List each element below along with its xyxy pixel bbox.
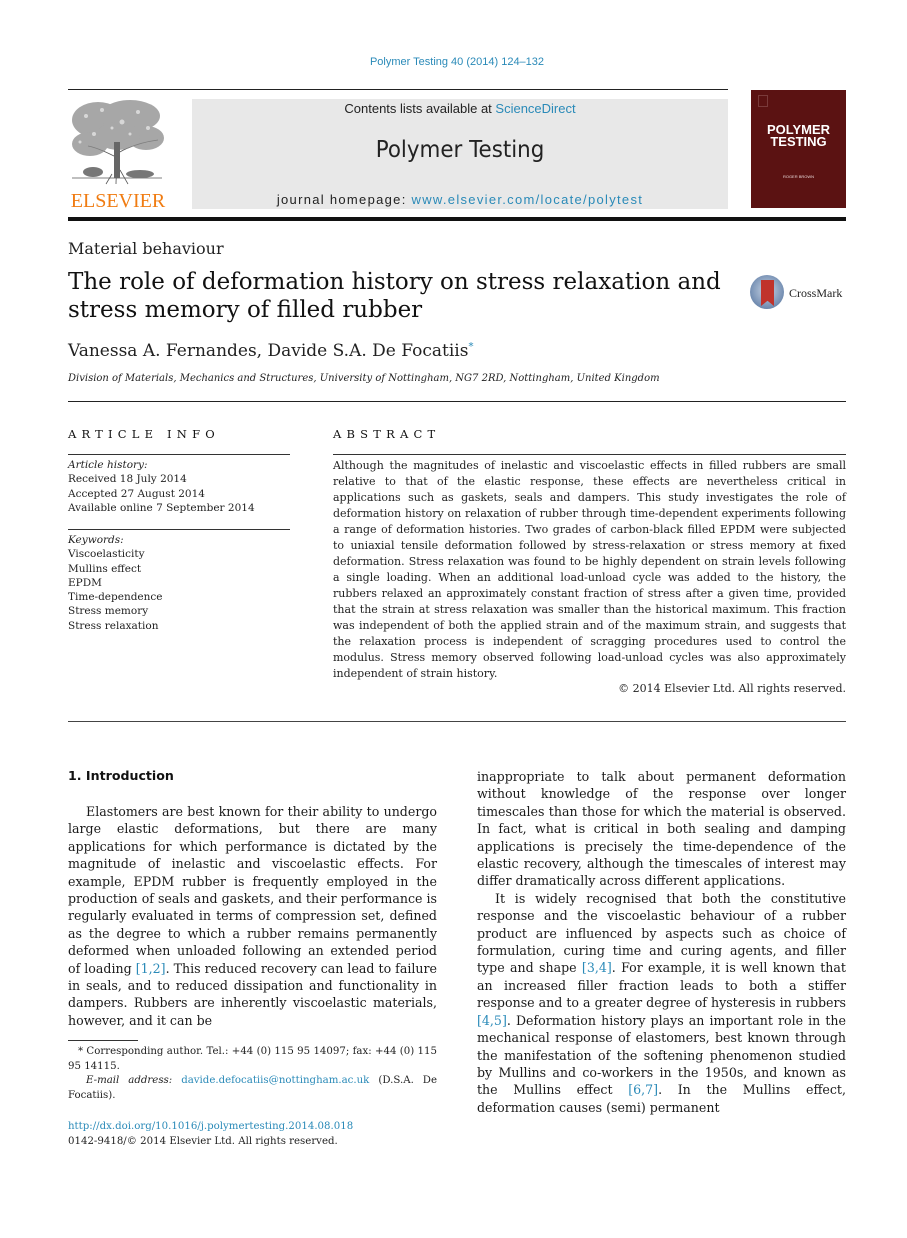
crossmark-label: CrossMark: [789, 286, 843, 300]
issn-copyright: 0142-9418/© 2014 Elsevier Ltd. All right…: [68, 1135, 338, 1147]
article-title: The role of deformation history on stres…: [68, 269, 721, 323]
abstract-heading: ABSTRACT: [333, 427, 441, 441]
email-link[interactable]: davide.defocatiis@nottingham.ac.uk: [181, 1075, 369, 1086]
authors: Vanessa A. Fernandes, Davide S.A. De Foc…: [68, 341, 469, 361]
header-rule: [68, 89, 728, 90]
citation-link[interactable]: [4,5]: [477, 1013, 507, 1028]
footnote: * Corresponding author. Tel.: +44 (0) 11…: [68, 1045, 437, 1103]
homepage-prefix: journal homepage:: [276, 192, 412, 207]
journal-banner: Contents lists available at ScienceDirec…: [192, 99, 728, 209]
keyword: Mullins effect: [68, 562, 142, 575]
keyword: Time-dependence: [68, 591, 163, 604]
homepage-link[interactable]: www.elsevier.com/locate/polytest: [412, 192, 644, 207]
elsevier-tree-icon: [72, 100, 164, 185]
email-label: E-mail address:: [86, 1075, 173, 1086]
abstract-text: Although the magnitudes of inelastic and…: [333, 459, 846, 680]
sciencedirect-link[interactable]: ScienceDirect: [495, 101, 575, 116]
history-accepted: Accepted 27 August 2014: [68, 487, 205, 500]
affiliation: Division of Materials, Mechanics and Str…: [68, 373, 660, 384]
keyword: Viscoelasticity: [68, 548, 145, 561]
keyword: Stress relaxation: [68, 619, 159, 632]
paragraph-text: Elastomers are best known for their abil…: [68, 804, 437, 976]
author-list: Vanessa A. Fernandes, Davide S.A. De Foc…: [68, 341, 473, 361]
article-info-rule: [68, 454, 290, 455]
citation-link[interactable]: [6,7]: [628, 1082, 658, 1097]
title-rule: [68, 401, 846, 402]
contents-line: Contents lists available at ScienceDirec…: [192, 101, 728, 116]
footnote-rule: [68, 1040, 138, 1041]
doi-link[interactable]: http://dx.doi.org/10.1016/j.polymertesti…: [68, 1121, 353, 1132]
abstract-copyright: © 2014 Elsevier Ltd. All rights reserved…: [618, 682, 846, 695]
doi-block: http://dx.doi.org/10.1016/j.polymertesti…: [68, 1120, 353, 1149]
history-received: Received 18 July 2014: [68, 473, 187, 486]
cover-title: POLYMER TESTING: [751, 123, 846, 149]
corresponding-author-mark[interactable]: *: [468, 341, 473, 352]
cover-publisher-icon: [758, 95, 768, 107]
header-thick-rule: [68, 217, 846, 221]
paragraph: inappropriate to talk about permanent de…: [477, 769, 846, 889]
crossmark-button[interactable]: CrossMark: [750, 274, 850, 314]
paragraph: Elastomers are best known for their abil…: [68, 803, 437, 1029]
cover-title-line2: TESTING: [770, 134, 827, 149]
keyword: Stress memory: [68, 605, 149, 618]
body-column-left: Elastomers are best known for their abil…: [68, 803, 437, 1029]
article-history: Article history: Received 18 July 2014 A…: [68, 458, 255, 515]
body-column-right: inappropriate to talk about permanent de…: [477, 768, 846, 1116]
keyword: EPDM: [68, 576, 102, 589]
journal-cover[interactable]: POLYMER TESTING ROGER BROWN: [751, 90, 846, 208]
corresponding-author-note: * Corresponding author. Tel.: +44 (0) 11…: [68, 1046, 437, 1072]
elsevier-logo: ELSEVIER: [68, 98, 168, 212]
keywords-rule: [68, 529, 290, 530]
section-label: Material behaviour: [68, 239, 224, 258]
citation-link[interactable]: [1,2]: [136, 961, 166, 976]
keywords: Keywords: Viscoelasticity Mullins effect…: [68, 533, 163, 633]
email-line: E-mail address: davide.defocatiis@nottin…: [68, 1074, 437, 1103]
article-info-heading: ARTICLE INFO: [68, 427, 220, 441]
abstract-bottom-rule: [68, 721, 846, 722]
abstract-rule: [333, 454, 846, 455]
contents-prefix: Contents lists available at: [344, 101, 496, 116]
citation-link[interactable]: [3,4]: [582, 960, 612, 975]
cover-editor: ROGER BROWN: [782, 174, 815, 179]
section-heading-introduction: 1. Introduction: [68, 768, 174, 783]
journal-name: Polymer Testing: [375, 137, 545, 163]
history-label: Article history:: [68, 459, 148, 471]
keywords-label: Keywords:: [68, 534, 124, 546]
journal-reference[interactable]: Polymer Testing 40 (2014) 124–132: [0, 56, 907, 68]
paragraph: It is widely recognised that both the co…: [477, 890, 846, 1116]
homepage-line: journal homepage: www.elsevier.com/locat…: [192, 192, 728, 207]
elsevier-wordmark: ELSEVIER: [70, 190, 166, 212]
history-online: Available online 7 September 2014: [68, 501, 255, 514]
